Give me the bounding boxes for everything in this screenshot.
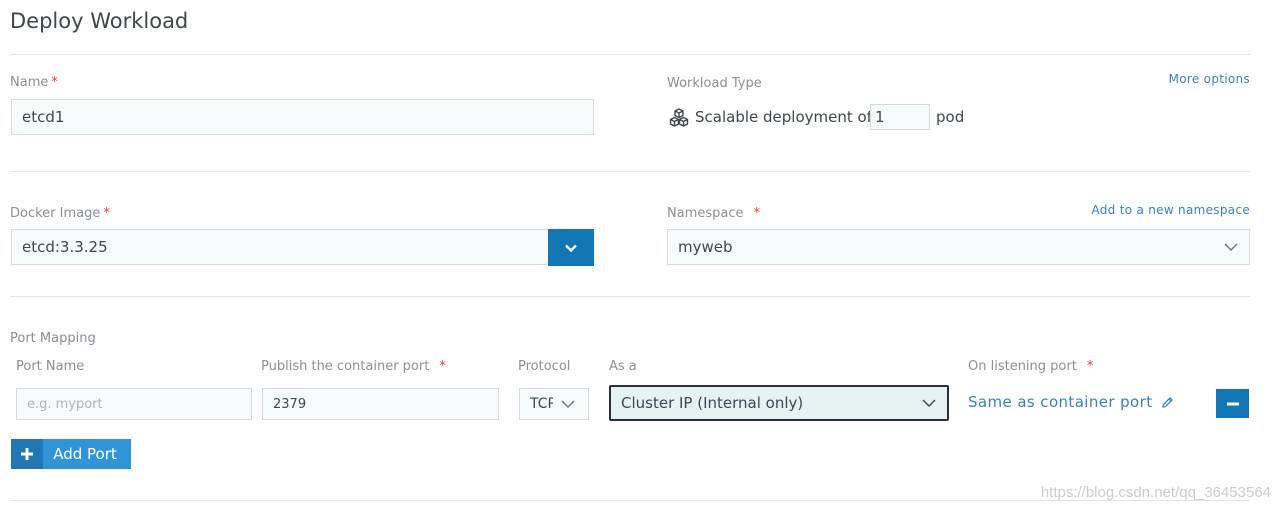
minus-icon — [1226, 402, 1239, 405]
publish-port-header: Publish the container port * — [261, 359, 446, 374]
port-mapping-label: Port Mapping — [10, 331, 96, 346]
pod-text: pod — [936, 108, 965, 126]
chevron-down-icon — [561, 400, 575, 408]
name-input[interactable] — [11, 99, 594, 135]
port-name-input[interactable] — [16, 388, 252, 420]
listening-port-link[interactable]: Same as container port — [968, 393, 1174, 411]
protocol-select[interactable]: TCP — [519, 388, 589, 420]
as-a-header: As a — [609, 359, 637, 374]
docker-image-input[interactable] — [11, 229, 549, 265]
namespace-select[interactable]: myweb — [667, 229, 1250, 265]
add-port-button[interactable]: Add Port — [11, 439, 131, 469]
plus-icon — [11, 439, 43, 469]
pod-count-input[interactable] — [870, 104, 930, 130]
required-mark: * — [439, 359, 446, 374]
listening-port-header: On listening port * — [968, 359, 1094, 374]
page-title: Deploy Workload — [10, 9, 189, 33]
required-mark: * — [51, 75, 58, 90]
divider — [10, 54, 1250, 55]
docker-image-dropdown-button[interactable] — [548, 229, 594, 266]
required-mark: * — [753, 206, 761, 221]
chevron-down-icon — [565, 244, 577, 252]
required-mark: * — [103, 206, 110, 221]
workload-type-label: Workload Type — [667, 76, 762, 91]
name-label: Name * — [10, 75, 58, 90]
chevron-down-icon — [1224, 243, 1238, 251]
divider — [10, 296, 1250, 297]
add-namespace-link[interactable]: Add to a new namespace — [1091, 203, 1250, 217]
divider — [10, 171, 1250, 172]
scalable-deployment-text: Scalable deployment of — [695, 108, 872, 126]
more-options-link[interactable]: More options — [1169, 72, 1250, 86]
remove-port-button[interactable] — [1216, 389, 1249, 418]
required-mark: * — [1086, 359, 1094, 374]
publish-port-input[interactable] — [262, 388, 499, 420]
add-port-label: Add Port — [53, 445, 117, 463]
pencil-icon — [1161, 396, 1173, 408]
watermark: https://blog.csdn.net/qq_36453564 — [1040, 484, 1271, 501]
namespace-label: Namespace * — [667, 206, 760, 221]
chevron-down-icon — [922, 399, 936, 407]
docker-image-label: Docker Image * — [10, 206, 110, 221]
port-name-header: Port Name — [16, 359, 85, 374]
protocol-header: Protocol — [518, 359, 571, 374]
service-type-select[interactable]: Cluster IP (Internal only) — [609, 385, 949, 421]
cubes-icon — [668, 107, 690, 129]
